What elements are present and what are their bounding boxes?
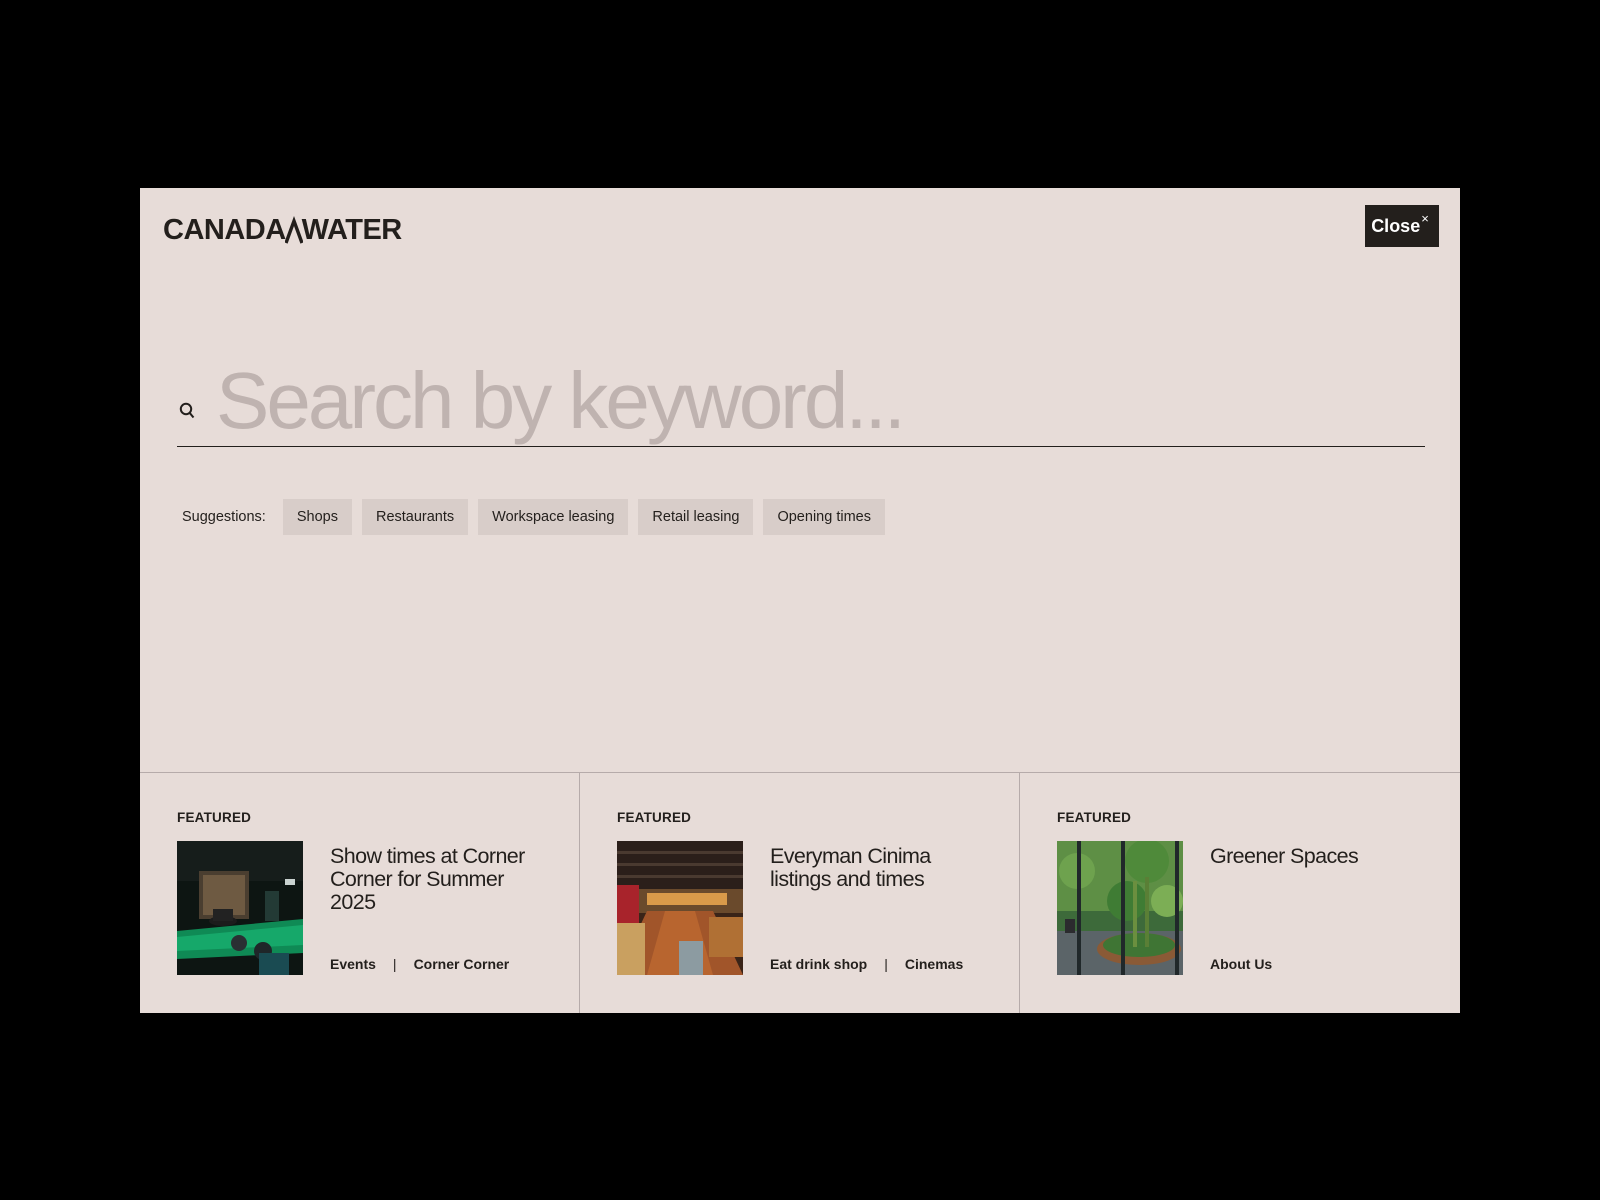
logo[interactable]: CANADA WATER (163, 214, 402, 247)
close-label: Close (1371, 215, 1421, 236)
suggestion-chip-workspace-leasing[interactable]: Workspace leasing (478, 499, 629, 535)
featured-tags: About Us (1210, 956, 1272, 972)
featured-image-concert-stage[interactable] (177, 841, 303, 975)
featured-title[interactable]: Show times at Corner Corner for Summer 2… (330, 845, 550, 914)
logo-text-right: WATER (301, 214, 403, 246)
featured-tags: Events | Corner Corner (330, 956, 509, 972)
logo-text-left: CANADA (163, 214, 286, 246)
featured-card[interactable]: FEATURED Greener Spaces About Us (1020, 773, 1460, 1013)
featured-card[interactable]: FEATURED Everyman Cinima listings and ti… (580, 773, 1020, 1013)
featured-card[interactable]: FEATURED Show times at Corner Corner for… (140, 773, 580, 1013)
suggestion-chip-shops[interactable]: Shops (282, 499, 352, 535)
featured-label: FEATURED (1057, 810, 1132, 825)
suggestion-chip-retail-leasing[interactable]: Retail leasing (638, 499, 754, 535)
featured-image-greenery[interactable] (1057, 841, 1183, 975)
featured-row: FEATURED Show times at Corner Corner for… (140, 772, 1460, 1013)
suggestions-bar: Suggestions: Shops Restaurants Workspace… (182, 499, 885, 535)
logo-wave-mark (284, 215, 303, 244)
tag-link[interactable]: Eat drink shop (770, 956, 867, 972)
suggestion-chip-restaurants[interactable]: Restaurants (361, 499, 469, 535)
featured-label: FEATURED (617, 810, 692, 825)
featured-label: FEATURED (177, 810, 252, 825)
tag-link[interactable]: Cinemas (905, 956, 963, 972)
tag-divider: | (392, 956, 397, 972)
suggestions-label: Suggestions: (182, 509, 266, 525)
suggestion-chip-opening-times[interactable]: Opening times (763, 499, 885, 535)
search-modal: CANADA WATER Close × Suggestions: Shops … (140, 188, 1460, 1013)
search-input[interactable] (216, 350, 1425, 446)
search-bar (177, 350, 1425, 447)
featured-title[interactable]: Everyman Cinima listings and times (770, 845, 990, 891)
tag-divider: | (884, 956, 888, 972)
tag-link[interactable]: About Us (1210, 956, 1272, 972)
featured-image-cinema-bar[interactable] (617, 841, 743, 975)
tag-link[interactable]: Events (330, 956, 376, 972)
close-icon: × (1421, 210, 1429, 226)
featured-title[interactable]: Greener Spaces (1210, 845, 1430, 868)
featured-tags: Eat drink shop | Cinemas (770, 956, 963, 972)
tag-link[interactable]: Corner Corner (414, 956, 510, 972)
close-button[interactable]: Close × (1365, 205, 1439, 247)
search-icon (179, 402, 195, 419)
